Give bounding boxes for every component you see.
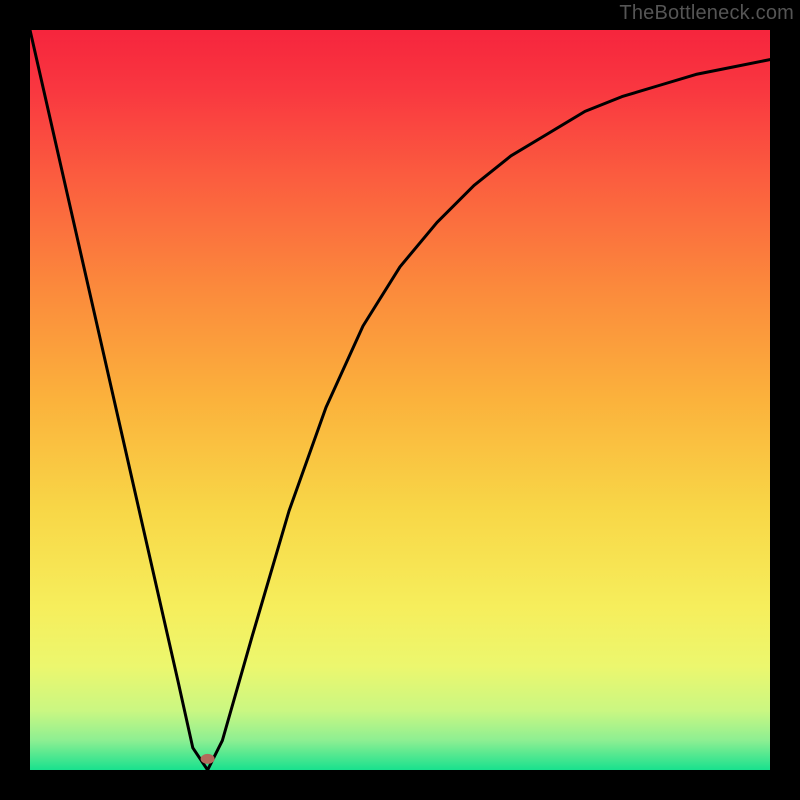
- chart-svg: [30, 30, 770, 770]
- chart-marker: [201, 754, 215, 764]
- chart-plot-area: [30, 30, 770, 770]
- watermark-text: TheBottleneck.com: [619, 2, 794, 25]
- chart-background: [30, 30, 770, 770]
- chart-frame: TheBottleneck.com: [0, 0, 800, 800]
